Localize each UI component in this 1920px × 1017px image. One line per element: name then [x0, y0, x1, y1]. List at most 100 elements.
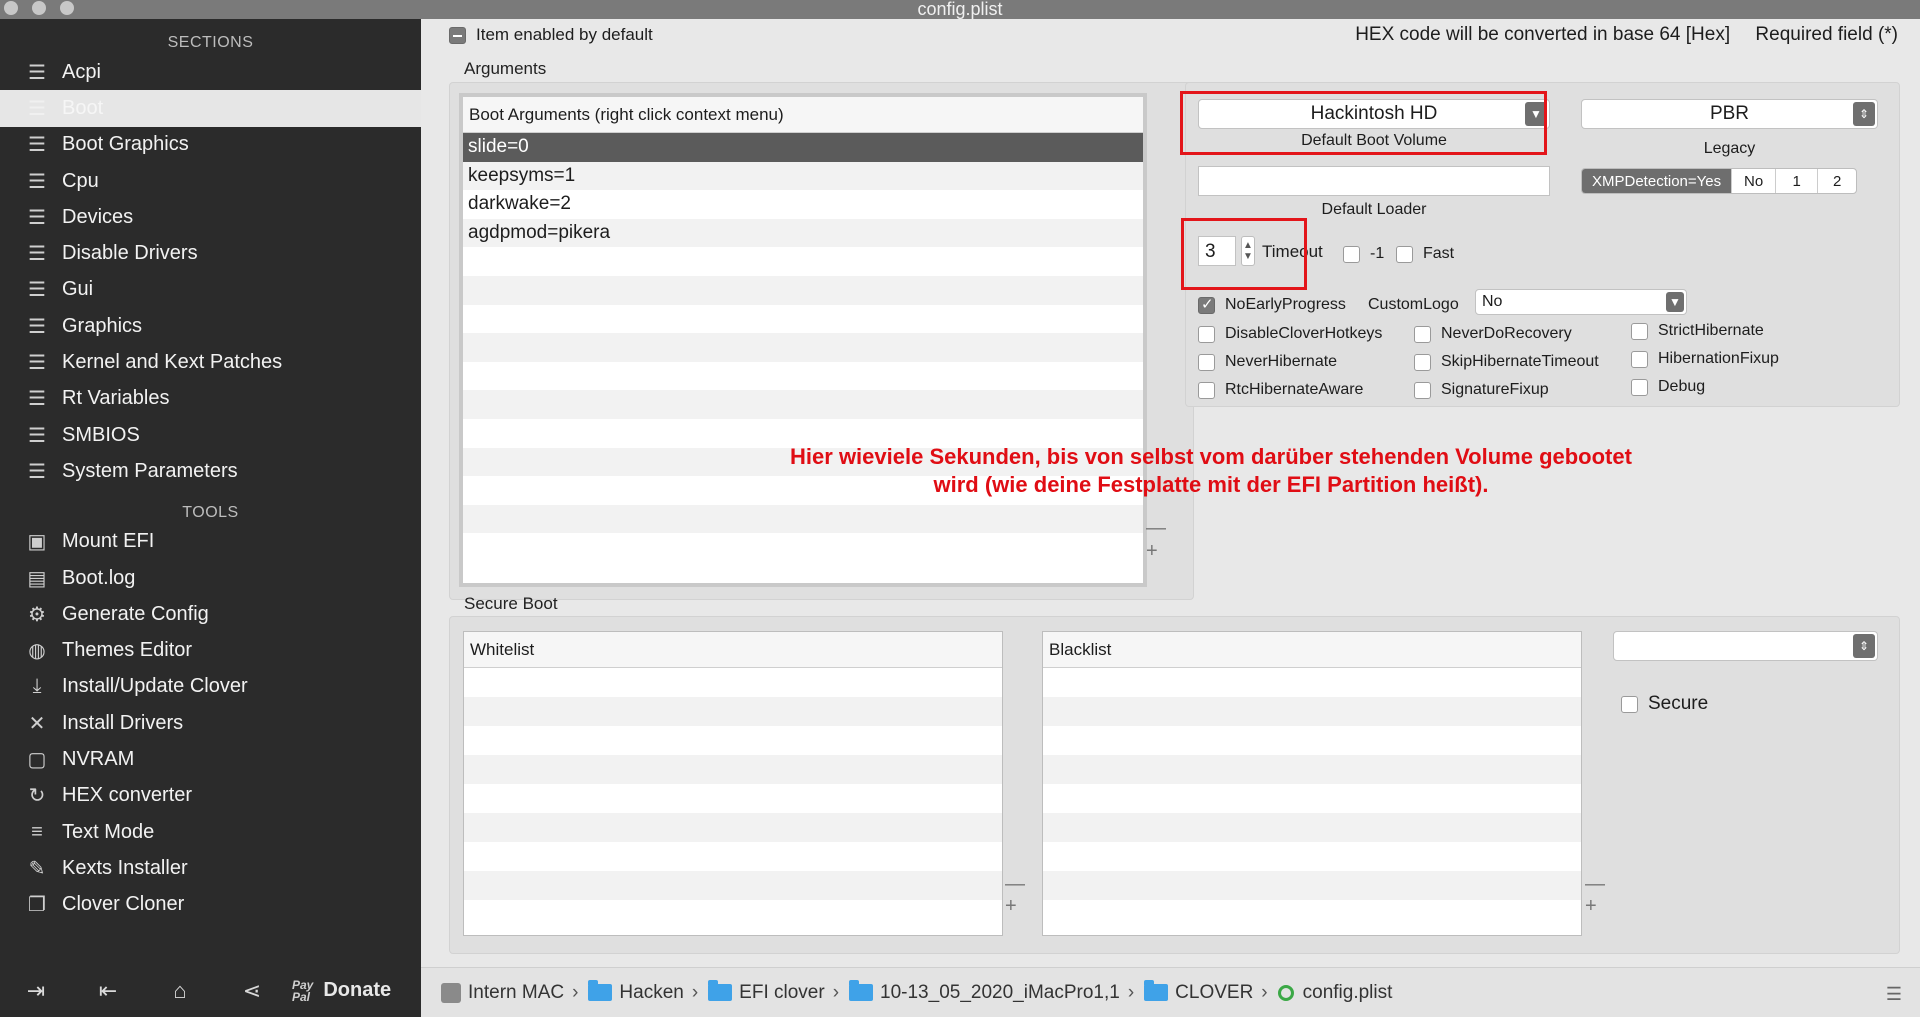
add-blacklist-button[interactable]: + — [1585, 896, 1597, 916]
sidebar-item-disable-drivers[interactable]: ☰ Disable Drivers — [0, 235, 421, 271]
remove-whitelist-button[interactable]: — — [1005, 874, 1025, 894]
list-icon: ☰ — [28, 424, 46, 447]
sidebar-item-smbios[interactable]: ☰ SMBIOS — [0, 417, 421, 453]
breadcrumb-item[interactable]: config.plist — [1277, 982, 1392, 1004]
custom-logo-dropdown[interactable]: No ▼ — [1475, 289, 1687, 315]
sidebar-item-gui[interactable]: ☰ Gui — [0, 272, 421, 308]
minus-one-checkbox[interactable] — [1343, 245, 1360, 263]
export-button[interactable]: ⇤ — [72, 978, 144, 1004]
import-button[interactable]: ⇥ — [0, 978, 72, 1004]
hibernation-fixup-checkbox[interactable] — [1631, 350, 1648, 368]
tools-icon: ✕ — [28, 712, 46, 735]
sidebar-item-cpu[interactable]: ☰ Cpu — [0, 163, 421, 199]
sidebar-item-generate-config[interactable]: ⚙ Generate Config — [0, 596, 421, 632]
remove-blacklist-button[interactable]: — — [1585, 874, 1605, 894]
item-enabled-checkbox[interactable] — [449, 26, 466, 44]
legacy-label: Legacy — [1703, 140, 1756, 157]
skip-hibernate-timeout-checkbox[interactable] — [1414, 353, 1431, 371]
sidebar-item-install-update-clover[interactable]: ⤓ Install/Update Clover — [0, 669, 421, 705]
add-whitelist-button[interactable]: + — [1005, 896, 1017, 916]
fast-checkbox[interactable] — [1396, 245, 1413, 263]
breadcrumb-item[interactable]: Hacken › — [588, 980, 698, 1004]
strict-hibernate-option[interactable]: StrictHibernate — [1631, 322, 1764, 340]
fast-option[interactable]: Fast — [1396, 245, 1454, 263]
sections-list: ☰ Acpi ☰ Boot ☰ Boot Graphics ☰ Cpu ☰ Devices ☰ Dis… — [0, 54, 421, 490]
remove-argument-button[interactable]: — — [1146, 518, 1166, 538]
breadcrumb-label: 10-13_05_2020_iMacPro1,1 — [880, 981, 1120, 1003]
donate-button[interactable]: Pay Pal Donate — [292, 979, 391, 1003]
rtc-hibernate-aware-option[interactable]: RtcHibernateAware — [1198, 381, 1363, 399]
breadcrumb-item[interactable]: CLOVER › — [1144, 980, 1268, 1004]
never-hibernate-checkbox[interactable] — [1198, 353, 1215, 371]
minus-one-label: -1 — [1370, 245, 1385, 262]
debug-option[interactable]: Debug — [1631, 378, 1705, 396]
disable-clover-hotkeys-option[interactable]: DisableCloverHotkeys — [1198, 325, 1382, 343]
xmp-segment-2[interactable]: 2 — [1818, 169, 1856, 193]
sidebar-item-graphics[interactable]: ☰ Graphics — [0, 308, 421, 344]
no-early-progress-checkbox[interactable] — [1198, 295, 1215, 314]
table-row[interactable]: darkwake=2 — [463, 190, 1143, 219]
sidebar-item-hex-converter[interactable]: ↻ HEX converter — [0, 778, 421, 814]
sidebar-item-label: System Parameters — [62, 459, 238, 482]
add-argument-button[interactable]: + — [1146, 541, 1158, 561]
list-icon: ☰ — [28, 352, 46, 375]
sidebar-item-label: SMBIOS — [62, 423, 140, 446]
xmp-segment-1[interactable]: 1 — [1776, 169, 1819, 193]
legacy-dropdown[interactable]: PBR ⇕ — [1581, 99, 1878, 129]
sidebar-item-acpi[interactable]: ☰ Acpi — [0, 54, 421, 90]
whitelist-table[interactable]: Whitelist — [463, 631, 1003, 936]
secure-checkbox[interactable] — [1621, 695, 1638, 713]
sidebar-item-kexts-installer[interactable]: ✎ Kexts Installer — [0, 850, 421, 886]
refresh-icon: ↻ — [28, 785, 46, 808]
blacklist-table[interactable]: Blacklist — [1042, 631, 1582, 936]
xmp-segment-yes[interactable]: XMPDetection=Yes — [1582, 169, 1733, 193]
breadcrumb-item[interactable]: 10-13_05_2020_iMacPro1,1 › — [849, 980, 1134, 1004]
sidebar-item-boot-log[interactable]: ▤ Boot.log — [0, 560, 421, 596]
xmp-segment-no[interactable]: No — [1732, 169, 1777, 193]
hibernation-fixup-option[interactable]: HibernationFixup — [1631, 350, 1779, 368]
no-early-progress-option[interactable]: NoEarlyProgress — [1198, 295, 1346, 314]
default-loader-label: Default Loader — [1321, 201, 1427, 218]
strict-hibernate-label: StrictHibernate — [1658, 322, 1764, 339]
sidebar-item-rt-variables[interactable]: ☰ Rt Variables — [0, 381, 421, 417]
boot-arguments-table[interactable]: Boot Arguments (right click context menu… — [459, 93, 1147, 587]
sidebar-item-devices[interactable]: ☰ Devices — [0, 199, 421, 235]
disable-clover-hotkeys-checkbox[interactable] — [1198, 325, 1215, 343]
default-loader-input[interactable] — [1198, 166, 1550, 196]
table-row[interactable]: keepsyms=1 — [463, 161, 1143, 191]
sidebar-item-mount-efi[interactable]: ▣ Mount EFI — [0, 524, 421, 560]
sidebar-item-boot-graphics[interactable]: ☰ Boot Graphics — [0, 127, 421, 163]
secure-option[interactable]: Secure — [1621, 693, 1708, 715]
menu-lines-icon[interactable]: ☰ — [1886, 984, 1902, 1005]
signature-fixup-option[interactable]: SignatureFixup — [1414, 381, 1549, 399]
minus-one-option[interactable]: -1 — [1343, 245, 1384, 263]
share-button[interactable]: ⋖ — [216, 978, 288, 1004]
sidebar-item-text-mode[interactable]: ≡ Text Mode — [0, 814, 421, 850]
breadcrumb-item[interactable]: EFI clover › — [708, 980, 839, 1004]
sidebar-item-kernel-and-kext-patches[interactable]: ☰ Kernel and Kext Patches — [0, 344, 421, 380]
strict-hibernate-checkbox[interactable] — [1631, 322, 1648, 340]
sidebar-item-install-drivers[interactable]: ✕ Install Drivers — [0, 705, 421, 741]
whitelist-rows — [464, 668, 1002, 929]
never-do-recovery-checkbox[interactable] — [1414, 325, 1431, 343]
secure-boot-policy-dropdown[interactable]: ⇕ — [1613, 631, 1878, 661]
table-row[interactable]: slide=0 — [463, 133, 1143, 162]
skip-hibernate-timeout-option[interactable]: SkipHibernateTimeout — [1414, 353, 1599, 371]
xmp-detection-segmented-control[interactable]: XMPDetection=Yes No 1 2 — [1581, 168, 1858, 194]
sidebar-item-system-parameters[interactable]: ☰ System Parameters — [0, 453, 421, 489]
never-do-recovery-option[interactable]: NeverDoRecovery — [1414, 325, 1572, 343]
home-button[interactable]: ⌂ — [144, 978, 216, 1004]
rtc-hibernate-aware-checkbox[interactable] — [1198, 381, 1215, 399]
sidebar-item-themes-editor[interactable]: ◍ Themes Editor — [0, 632, 421, 668]
breadcrumb-separator: › — [1261, 981, 1268, 1003]
never-hibernate-option[interactable]: NeverHibernate — [1198, 353, 1337, 371]
sidebar-item-clover-cloner[interactable]: ❐ Clover Cloner — [0, 887, 421, 923]
debug-checkbox[interactable] — [1631, 378, 1648, 396]
table-row[interactable]: agdpmod=pikera — [463, 218, 1143, 248]
path-bar: Intern MAC › Hacken › EFI clover › 10-13_05_20… — [421, 967, 1920, 1017]
item-enabled-row[interactable]: Item enabled by default — [449, 25, 653, 45]
sidebar-item-boot[interactable]: ☰ Boot — [0, 90, 421, 127]
signature-fixup-checkbox[interactable] — [1414, 381, 1431, 399]
breadcrumb-item[interactable]: Intern MAC › — [441, 982, 578, 1004]
sidebar-item-nvram[interactable]: ▢ NVRAM — [0, 741, 421, 777]
